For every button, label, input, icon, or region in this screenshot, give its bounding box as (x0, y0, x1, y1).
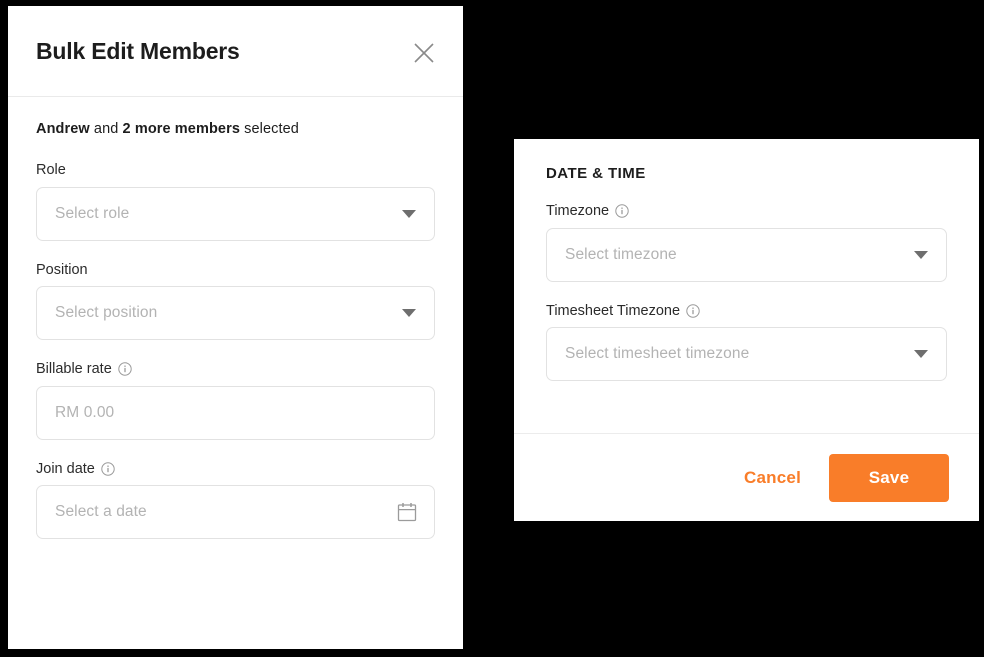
section-title: DATE & TIME (546, 165, 646, 182)
timesheet-timezone-select[interactable]: Select timesheet timezone (546, 327, 947, 381)
page-title: Bulk Edit Members (36, 37, 240, 64)
position-select-placeholder: Select position (55, 304, 158, 321)
field-label-join-date: Join date (36, 460, 435, 477)
label-text-timesheet-timezone: Timesheet Timezone (546, 302, 681, 319)
position-select[interactable]: Select position (36, 286, 435, 340)
label-text-join-date: Join date (36, 460, 95, 477)
field-label-timesheet-timezone: Timesheet Timezone (546, 302, 947, 319)
selection-more-count: 2 more members (122, 121, 240, 137)
billable-rate-placeholder: RM 0.00 (55, 403, 115, 421)
timezone-select[interactable]: Select timezone (546, 227, 947, 282)
field-billable-rate: Billable rate RM 0.00 (36, 362, 435, 440)
role-select[interactable]: Select role (36, 186, 435, 241)
field-label-timezone: Timezone (546, 204, 947, 219)
dialog-footer: Cancel Save (514, 433, 979, 521)
selection-conjunction: and (89, 121, 123, 137)
info-icon[interactable] (686, 304, 700, 318)
dialog-header: Bulk Edit Members (8, 6, 463, 96)
label-text-position: Position (36, 261, 88, 278)
field-timesheet-timezone: Timesheet Timezone Select timesheet time… (546, 302, 947, 381)
chevron-down-icon (402, 209, 416, 218)
selection-summary: Andrew and 2 more members selected (36, 121, 435, 137)
chevron-down-icon (914, 250, 928, 259)
label-text-timezone: Timezone (546, 203, 610, 219)
join-date-placeholder: Select a date (55, 503, 147, 520)
save-button[interactable]: Save (829, 453, 949, 502)
selected-member-name: Andrew (36, 121, 90, 137)
field-role: Role Select role (36, 163, 435, 241)
field-join-date: Join date Select a date (36, 460, 435, 539)
field-label-billable-rate: Billable rate (36, 362, 435, 377)
billable-rate-input[interactable]: RM 0.00 (36, 385, 435, 440)
date-time-settings-dialog: DATE & TIME Timezone Select timezone Tim… (514, 139, 979, 521)
role-select-placeholder: Select role (55, 204, 130, 222)
date-time-section: DATE & TIME Timezone Select timezone Tim… (514, 139, 979, 381)
field-position: Position Select position (36, 261, 435, 340)
info-icon[interactable] (615, 204, 629, 218)
cancel-button[interactable]: Cancel (738, 460, 807, 496)
calendar-icon[interactable] (396, 501, 418, 523)
timesheet-timezone-select-placeholder: Select timesheet timezone (565, 345, 750, 362)
selection-suffix: selected (240, 121, 299, 137)
info-icon[interactable] (101, 462, 115, 476)
chevron-down-icon (914, 350, 928, 358)
field-timezone: Timezone Select timezone (546, 204, 947, 282)
info-icon[interactable] (118, 362, 132, 376)
timezone-select-placeholder: Select timezone (565, 245, 677, 263)
join-date-input[interactable]: Select a date (36, 485, 435, 539)
label-text-billable-rate: Billable rate (36, 361, 112, 377)
field-label-position: Position (36, 261, 435, 278)
dialog-body: Andrew and 2 more members selected Role … (8, 97, 463, 539)
field-label-role: Role (36, 163, 435, 178)
bulk-edit-members-dialog: Bulk Edit Members Andrew and 2 more memb… (8, 6, 463, 649)
chevron-down-icon (402, 309, 416, 317)
close-icon[interactable] (409, 38, 439, 68)
label-text-role: Role (36, 162, 66, 178)
